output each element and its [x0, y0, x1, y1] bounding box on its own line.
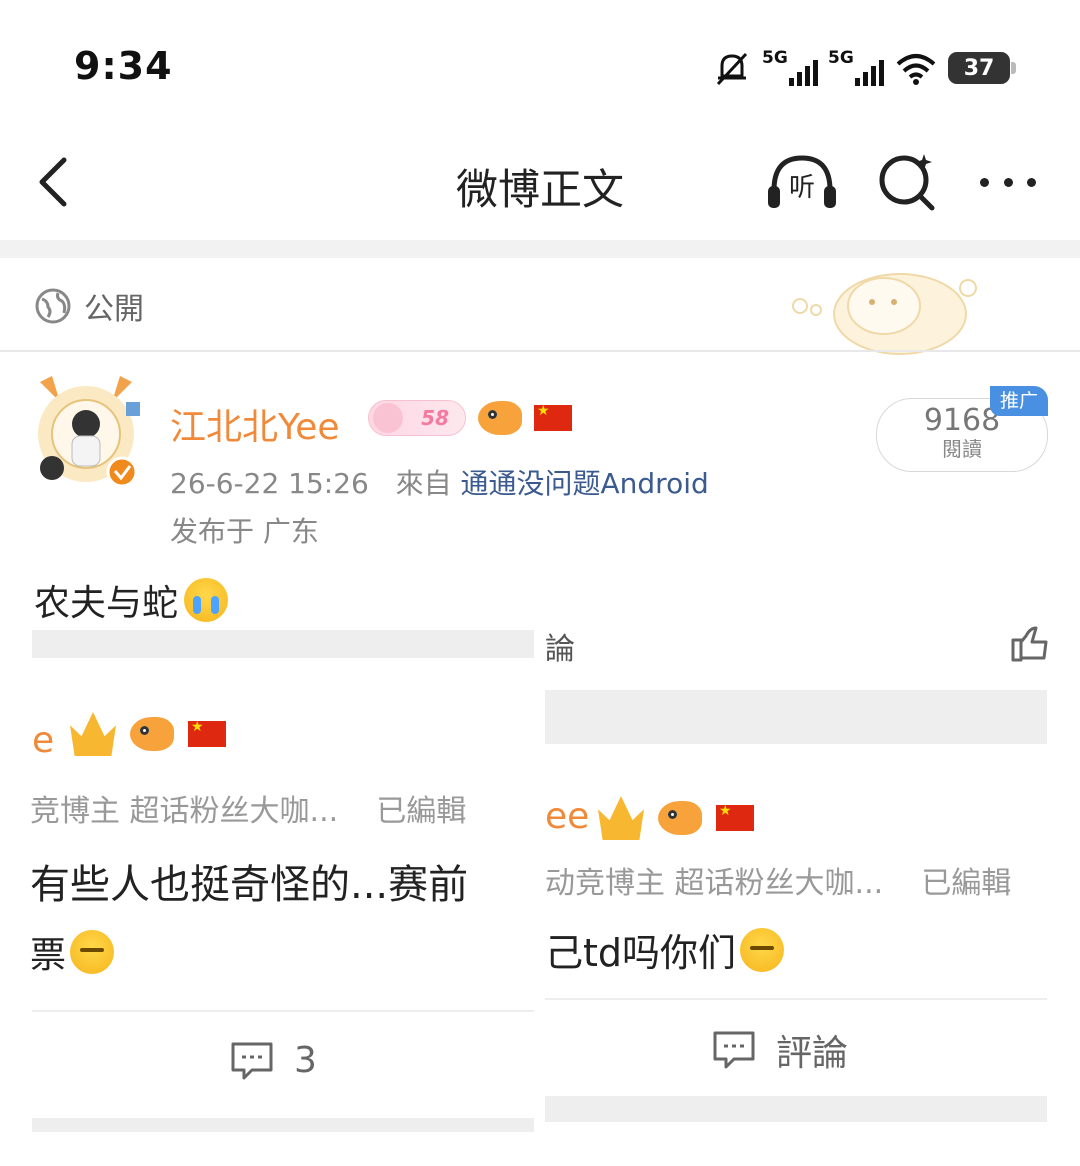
sleepy-emoji-icon: [70, 930, 115, 974]
listen-label: 听: [789, 173, 815, 203]
post-text-content: 农夫与蛇: [34, 583, 179, 624]
visibility-row: 公開: [34, 284, 144, 328]
section-gap: [0, 240, 1080, 258]
right-card-top-label: 論: [545, 632, 575, 667]
listen-icon: 听: [768, 155, 836, 208]
comment-icon: [713, 1031, 755, 1069]
like-icon: [1011, 626, 1048, 662]
author-badges: 58: [368, 400, 572, 436]
right-card-author-name[interactable]: ee: [545, 796, 589, 837]
left-card-comment-button[interactable]: 3: [230, 1040, 317, 1081]
search-icon: [879, 154, 935, 211]
visibility-label: 公開: [84, 292, 144, 327]
china-flag-icon: [188, 719, 226, 747]
mute-bell-icon: [716, 52, 748, 86]
post-meta: 26-6-22 15:26 來自 通通没问题Android: [170, 462, 709, 502]
left-card-edited: 已編輯: [376, 794, 467, 829]
fish-badge-icon[interactable]: [478, 401, 522, 435]
search-button[interactable]: [876, 150, 940, 214]
more-button[interactable]: [976, 160, 1040, 204]
level-badge-value: 58: [421, 406, 449, 430]
signal-icon-2: 5G: [828, 48, 884, 88]
status-time: 9:34: [74, 44, 173, 88]
right-card-like-button[interactable]: [1010, 626, 1048, 662]
right-card-edited: 已編輯: [921, 866, 1012, 901]
more-icon-dot-3: [1027, 177, 1036, 187]
post-text: 农夫与蛇: [34, 574, 229, 626]
right-card-tag-text: 动竞博主 超话粉丝大咖...: [545, 866, 884, 901]
sleepy-emoji-icon: [740, 927, 785, 972]
right-card-divider: [545, 998, 1047, 1000]
left-card-divider: [32, 1010, 534, 1012]
status-icons: 5G 5G 37: [712, 46, 1016, 90]
battery-level: 37: [963, 55, 995, 81]
left-card-top-strip: [32, 630, 534, 658]
right-card-comment-label: 評論: [776, 1033, 849, 1074]
signal-label-2: 5G: [828, 48, 854, 68]
listen-button[interactable]: 听: [764, 150, 840, 214]
read-label: 閱讀: [942, 437, 982, 461]
divider: [0, 350, 1080, 352]
left-card-badges: [70, 712, 226, 756]
left-card-tag-text: 竞博主 超话粉丝大咖...: [30, 794, 339, 829]
right-card-top-strip: [545, 690, 1047, 744]
author-name[interactable]: 江北北Yee: [170, 398, 340, 450]
china-flag-icon: [534, 403, 572, 431]
china-flag-icon: [716, 803, 754, 831]
avatar[interactable]: [30, 372, 142, 492]
right-card-comment-button[interactable]: 評論: [712, 1024, 848, 1076]
comment-icon: [231, 1042, 273, 1079]
crown-badge-icon[interactable]: [598, 796, 644, 840]
left-card-tags: 竞博主 超话粉丝大咖... 已編輯: [30, 786, 466, 830]
left-card-bottom-strip: [32, 1118, 534, 1132]
right-card-body-text: 己td吗你们: [545, 931, 737, 975]
source-app-link[interactable]: 通通没问题Android: [461, 467, 709, 500]
left-card-body-2: 票: [30, 926, 115, 978]
wifi-icon: [896, 54, 936, 85]
more-icon-dot-2: [1003, 177, 1013, 187]
left-card-comment-count: 3: [294, 1040, 317, 1081]
globe-icon: [35, 288, 71, 324]
post-location: 发布于 广东: [170, 515, 319, 548]
source-prefix: 來自: [395, 467, 452, 500]
fish-badge-icon[interactable]: [658, 801, 702, 835]
promo-tag: 推广: [990, 386, 1048, 416]
right-card-badges: [598, 796, 754, 840]
crown-badge-icon[interactable]: [70, 712, 116, 756]
right-card-bottom-strip: [545, 1096, 1047, 1122]
left-card-author-name[interactable]: e: [32, 720, 54, 761]
left-card-body-2-text: 票: [30, 935, 67, 976]
battery-icon: 37: [948, 52, 1016, 84]
more-icon-dot-1: [980, 177, 989, 187]
fish-badge-icon[interactable]: [130, 717, 174, 751]
level-badge[interactable]: 58: [368, 400, 466, 436]
crying-emoji-icon: [184, 578, 229, 622]
decoration-sticker-icon: [792, 273, 977, 355]
signal-icon: 5G: [762, 48, 818, 88]
left-card-body: 有些人也挺奇怪的...赛前: [30, 862, 494, 908]
post-timestamp: 26-6-22 15:26: [170, 467, 369, 500]
signal-label: 5G: [762, 48, 788, 68]
right-card-tags: 动竞博主 超话粉丝大咖... 已編輯: [545, 858, 1011, 902]
avatar-image: [38, 376, 140, 488]
right-card-body: 己td吗你们: [545, 922, 785, 977]
